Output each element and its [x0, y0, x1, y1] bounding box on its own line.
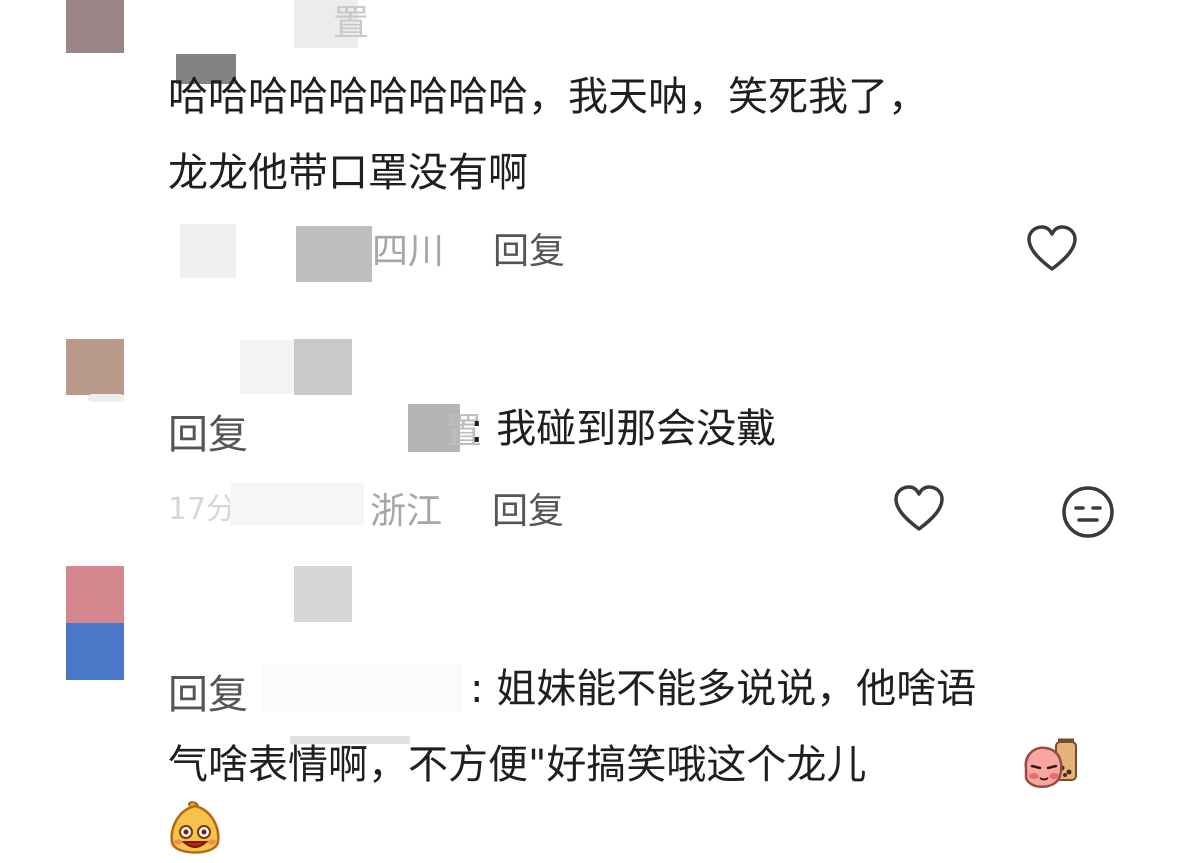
heart-outline-icon[interactable] [1026, 224, 1078, 276]
avatar[interactable] [66, 566, 124, 623]
comment-text-line: 龙龙他带口罩没有啊 [168, 150, 528, 196]
heart-outline-icon[interactable] [893, 484, 945, 536]
comment-text-line: 哈哈哈哈哈哈哈哈哈，我天呐，笑死我了， [168, 74, 928, 120]
reply-button[interactable]: 回复 [492, 482, 564, 534]
location: 四川 [372, 231, 445, 272]
username-tail: 置 [333, 3, 370, 44]
comment-text-line: 气啥表情啊，不方便"好搞笑哦这个龙儿 [168, 742, 867, 788]
time-fragment: 17分 [168, 492, 237, 527]
avatar-lower [66, 623, 124, 680]
username-redacted [294, 566, 352, 622]
grin-pear-sticker [166, 800, 224, 859]
username-redacted [240, 340, 294, 394]
location: 浙江 [370, 491, 443, 532]
reply-target-redacted [262, 664, 462, 712]
comment-text: : 我碰到那会没戴 [470, 406, 777, 452]
reply-prefix: 回复 [168, 412, 248, 458]
avatar-shadow [88, 394, 124, 402]
reply-prefix: 回复 [168, 672, 248, 718]
time-redacted [296, 226, 372, 282]
reply-button[interactable]: 回复 [493, 222, 565, 274]
avatar[interactable] [66, 0, 124, 53]
time-redacted [230, 482, 364, 526]
blush-peach-sticker [1018, 732, 1080, 796]
avatar[interactable] [66, 339, 124, 395]
time-redacted [180, 224, 236, 278]
speechless-face-icon[interactable] [1060, 484, 1116, 540]
username-redacted [294, 339, 352, 395]
comment-text-line: : 姐妹能不能多说说，他啥语 [470, 666, 977, 712]
